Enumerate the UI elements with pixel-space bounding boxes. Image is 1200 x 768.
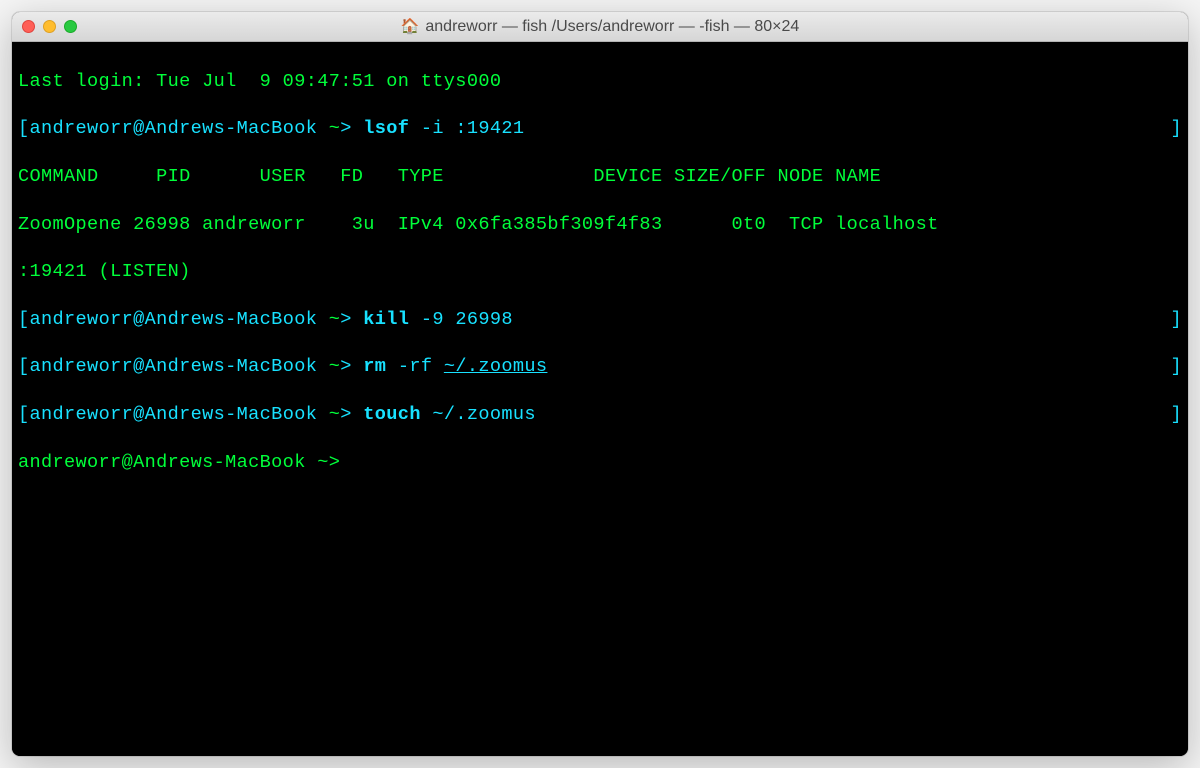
last-login-line: Last login: Tue Jul 9 09:47:51 on ttys00… [18, 70, 1182, 94]
cmd-touch-args-pre [421, 404, 433, 425]
prompt-close-bracket: ] [1170, 117, 1182, 141]
prompt-line-touch: [andreworr@Andrews-MacBook ~> touch ~/.z… [18, 403, 1182, 427]
cmd-touch: touch [363, 404, 421, 425]
prompt-sep: > [340, 118, 352, 139]
terminal-body[interactable]: Last login: Tue Jul 9 09:47:51 on ttys00… [12, 42, 1188, 756]
terminal-window: 🏠 andreworr — fish /Users/andreworr — -f… [12, 12, 1188, 756]
prompt-line-rm: [andreworr@Andrews-MacBook ~> rm -rf ~/.… [18, 355, 1182, 379]
prompt-line-lsof: [andreworr@Andrews-MacBook ~> lsof -i :1… [18, 117, 1182, 141]
window-title: 🏠 andreworr — fish /Users/andreworr — -f… [12, 18, 1188, 36]
lsof-row: ZoomOpene 26998 andreworr 3u IPv4 0x6fa3… [18, 213, 1182, 237]
minimize-icon[interactable] [43, 20, 56, 33]
cmd-kill-args: -9 26998 [409, 309, 513, 330]
prompt-path: ~ [317, 118, 340, 139]
cmd-kill: kill [363, 309, 409, 330]
prompt-line-kill: [andreworr@Andrews-MacBook ~> kill -9 26… [18, 308, 1182, 332]
lsof-header: COMMAND PID USER FD TYPE DEVICE SIZE/OFF… [18, 165, 1182, 189]
cmd-rm-arg-path: ~/.zoomus [444, 356, 548, 377]
home-icon: 🏠 [401, 19, 420, 34]
cmd-lsof: lsof [363, 118, 409, 139]
zoom-icon[interactable] [64, 20, 77, 33]
prompt-line-empty: andreworr@Andrews-MacBook ~> [18, 451, 1182, 475]
window-title-text: andreworr — fish /Users/andreworr — -fis… [425, 18, 799, 36]
cmd-lsof-args: -i :19421 [409, 118, 524, 139]
prompt-host: andreworr@Andrews-MacBook [30, 118, 318, 139]
cmd-rm-args-pre: -rf [386, 356, 444, 377]
lsof-row2: :19421 (LISTEN) [18, 260, 1182, 284]
titlebar: 🏠 andreworr — fish /Users/andreworr — -f… [12, 12, 1188, 42]
window-controls [22, 20, 77, 33]
cmd-rm: rm [363, 356, 386, 377]
prompt-open-bracket: [ [18, 118, 30, 139]
cmd-touch-arg-path: ~/.zoomus [432, 404, 536, 425]
close-icon[interactable] [22, 20, 35, 33]
